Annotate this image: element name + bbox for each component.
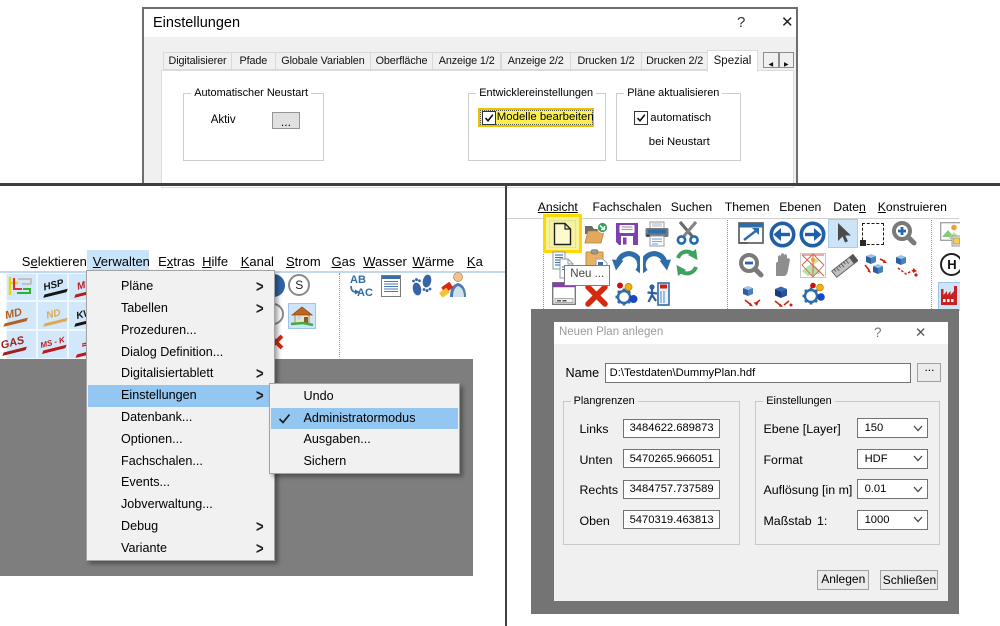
- svg-text:AC: AC: [357, 287, 373, 298]
- svg-text:AB: AB: [350, 274, 366, 286]
